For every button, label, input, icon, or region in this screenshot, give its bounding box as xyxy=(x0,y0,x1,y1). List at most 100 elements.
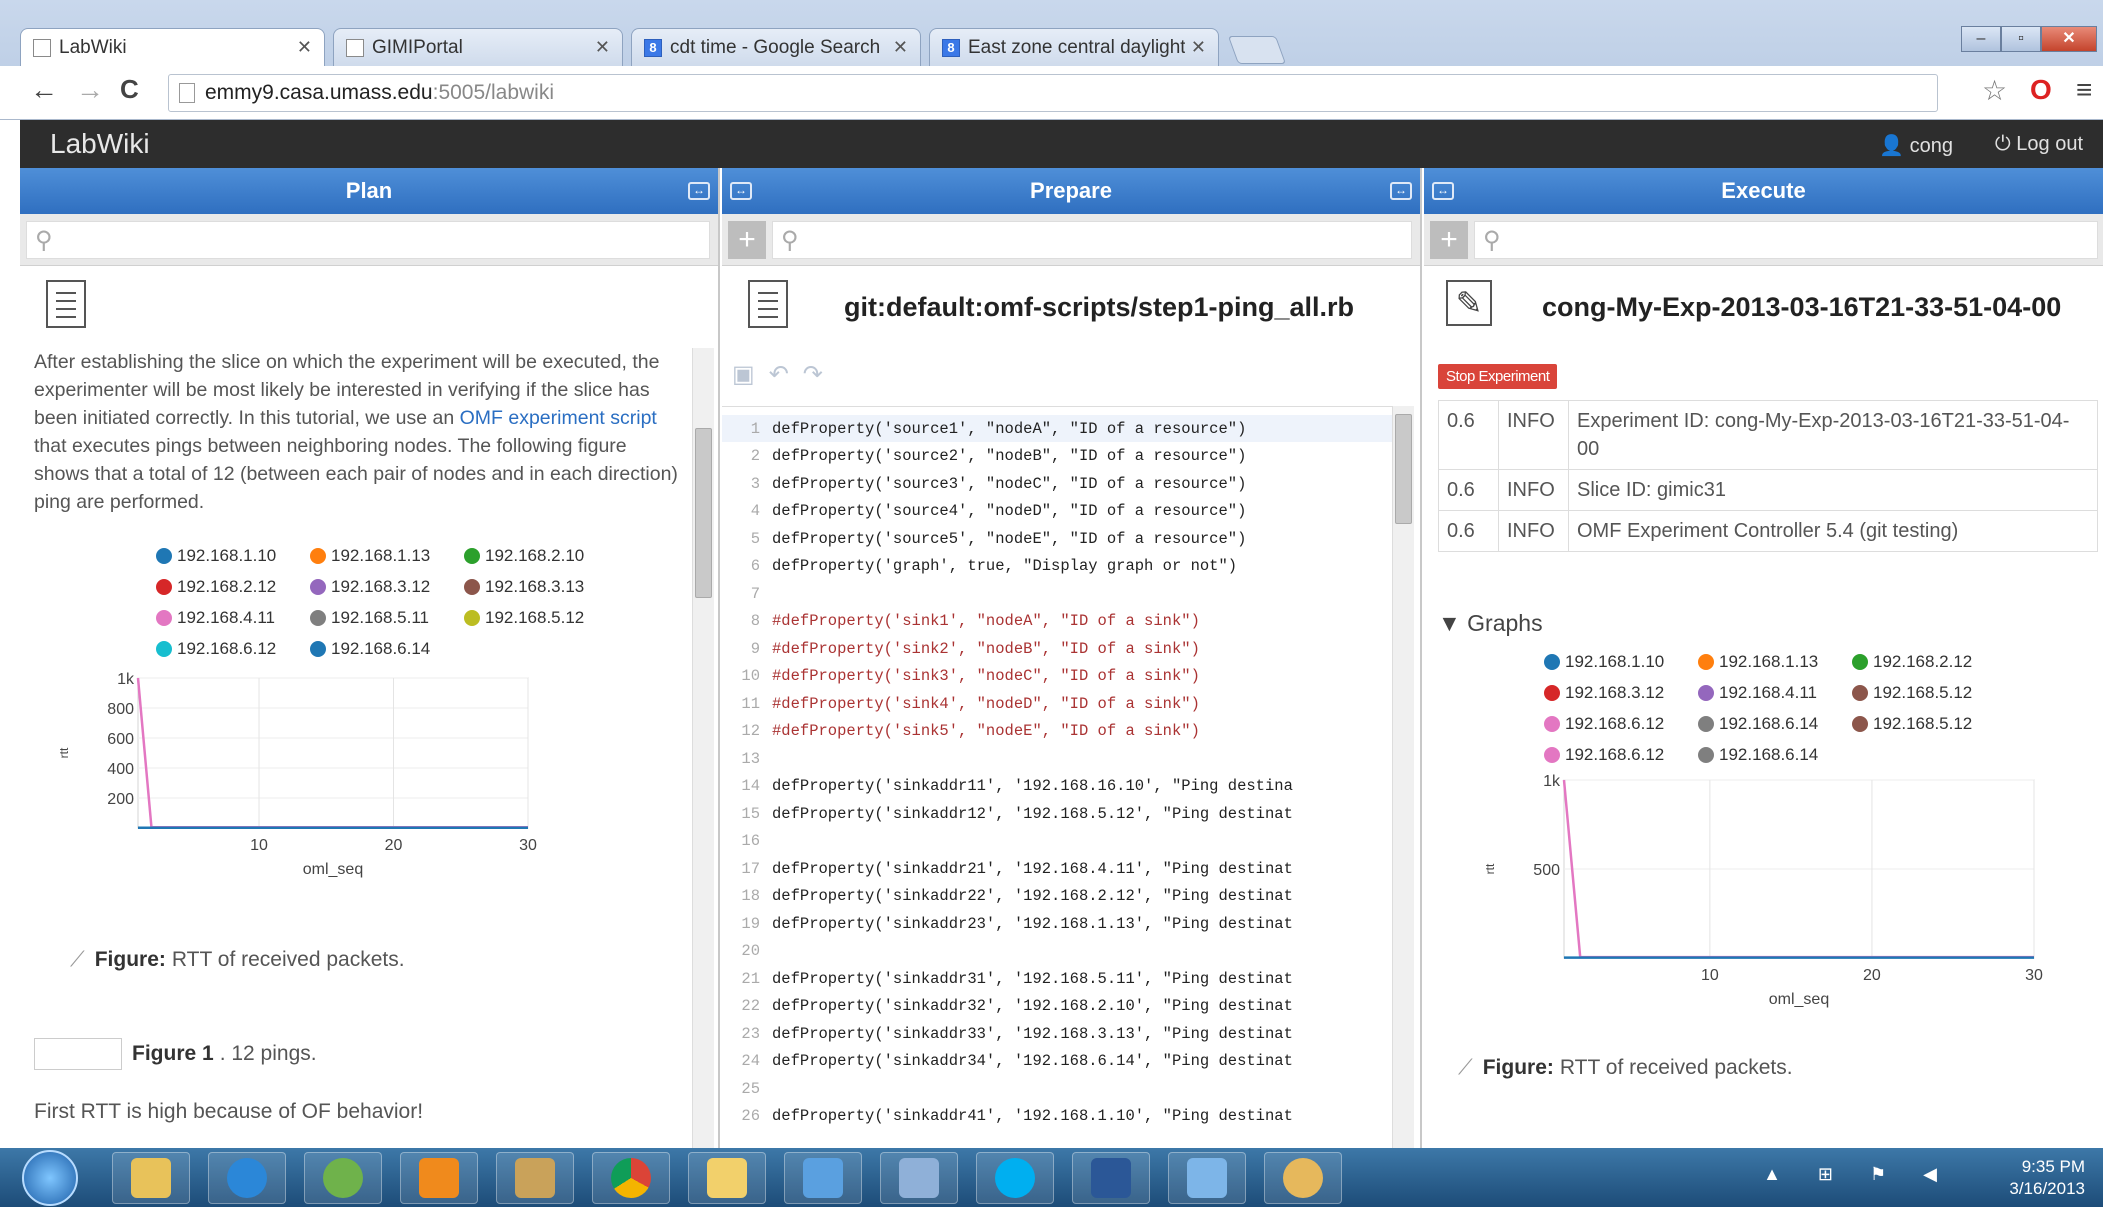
legend-item[interactable]: 192.168.1.10 xyxy=(1544,652,1664,672)
maximize-button[interactable]: ▫ xyxy=(2001,26,2041,52)
code-line[interactable]: 25 xyxy=(722,1075,1402,1102)
undo-icon[interactable]: ↶ xyxy=(769,361,803,388)
star-icon[interactable]: ☆ xyxy=(1982,74,2007,107)
plan-search-input[interactable]: ⚲ xyxy=(26,221,710,259)
code-line[interactable]: 15 defProperty('sinkaddr12', '192.168.5.1… xyxy=(722,800,1402,827)
internet-explorer-icon[interactable] xyxy=(208,1152,286,1204)
legend-item[interactable]: 192.168.4.11 xyxy=(1698,683,1817,703)
legend-item[interactable]: 192.168.1.13 xyxy=(310,546,430,566)
system-tray[interactable]: ▲ ⊞ ⚑ ◀ xyxy=(1763,1164,1953,1185)
clock[interactable]: 9:35 PM 3/16/2013 xyxy=(2009,1156,2085,1200)
code-line[interactable]: 22 defProperty('sinkaddr32', '192.168.2.1… xyxy=(722,993,1402,1020)
code-line[interactable]: 12 #defProperty('sink5', "nodeE", "ID of … xyxy=(722,718,1402,745)
word-icon[interactable] xyxy=(1072,1152,1150,1204)
code-line[interactable]: 21 defProperty('sinkaddr31', '192.168.5.1… xyxy=(722,965,1402,992)
code-line[interactable]: 11 #defProperty('sink4', "nodeD", "ID of … xyxy=(722,690,1402,717)
reload-icon[interactable]: C xyxy=(120,74,139,105)
execute-search-input[interactable]: ⚲ xyxy=(1474,221,2098,259)
menu-icon[interactable]: ≡ xyxy=(2076,74,2092,106)
code-line[interactable]: 17 defProperty('sinkaddr21', '192.168.4.1… xyxy=(722,855,1402,882)
code-line[interactable]: 24 defProperty('sinkaddr34', '192.168.6.1… xyxy=(722,1048,1402,1075)
user-link[interactable]: 👤 cong xyxy=(1879,133,1953,158)
code-line[interactable]: 7 xyxy=(722,580,1402,607)
code-line[interactable]: 19 defProperty('sinkaddr23', '192.168.1.1… xyxy=(722,910,1402,937)
code-line[interactable]: 13 xyxy=(722,745,1402,772)
legend-item[interactable]: 192.168.6.12 xyxy=(1544,714,1664,734)
omf-script-link[interactable]: OMF experiment script xyxy=(460,407,657,429)
back-icon[interactable]: ← xyxy=(30,74,58,106)
editor-scrollbar[interactable] xyxy=(1392,406,1414,1148)
legend-item[interactable]: 192.168.5.12 xyxy=(1852,714,1972,734)
code-line[interactable]: 18 defProperty('sinkaddr22', '192.168.2.1… xyxy=(722,883,1402,910)
legend-item[interactable]: 192.168.1.10 xyxy=(156,546,276,566)
redo-icon[interactable]: ↷ xyxy=(803,361,837,388)
remote-desktop-icon[interactable] xyxy=(1168,1152,1246,1204)
expand-left-icon[interactable]: ↔ xyxy=(1432,182,1454,200)
close-window-button[interactable]: ✕ xyxy=(2041,26,2097,52)
minimize-button[interactable]: – xyxy=(1961,26,2001,52)
forward-icon[interactable]: → xyxy=(76,74,104,106)
new-tab-button[interactable] xyxy=(1227,36,1287,64)
close-tab-icon[interactable]: ✕ xyxy=(1191,37,1206,58)
paint-icon[interactable] xyxy=(1264,1152,1342,1204)
code-line[interactable]: 3 defProperty('source3', "nodeC", "ID of … xyxy=(722,470,1402,497)
folder-icon[interactable] xyxy=(688,1152,766,1204)
legend-item[interactable]: 192.168.5.12 xyxy=(1852,683,1972,703)
legend-item[interactable]: 192.168.4.11 xyxy=(156,608,275,628)
code-line[interactable]: 26 defProperty('sinkaddr41', '192.168.1.1… xyxy=(722,1103,1402,1130)
save-icon[interactable]: ▣ xyxy=(732,361,769,388)
legend-item[interactable]: 192.168.5.12 xyxy=(464,608,584,628)
collapse-icon[interactable]: ↔ xyxy=(1390,182,1412,200)
network-icon[interactable] xyxy=(784,1152,862,1204)
legend-item[interactable]: 192.168.6.14 xyxy=(1698,714,1818,734)
tab-gimiportal[interactable]: GIMIPortal ✕ xyxy=(333,28,623,66)
virtualbox-icon[interactable] xyxy=(880,1152,958,1204)
code-line[interactable]: 14 defProperty('sinkaddr11', '192.168.16.… xyxy=(722,773,1402,800)
media-player-icon[interactable] xyxy=(400,1152,478,1204)
code-line[interactable]: 2 defProperty('source2', "nodeB", "ID of … xyxy=(722,443,1402,470)
tab-labwiki[interactable]: LabWiki ✕ xyxy=(20,28,325,66)
code-line[interactable]: 4 defProperty('source4', "nodeD", "ID of … xyxy=(722,498,1402,525)
start-button[interactable] xyxy=(22,1150,78,1206)
code-line[interactable]: 6 defProperty('graph', true, "Display gra… xyxy=(722,553,1402,580)
explorer-icon[interactable] xyxy=(112,1152,190,1204)
legend-item[interactable]: 192.168.6.14 xyxy=(310,639,430,659)
archive-icon[interactable] xyxy=(496,1152,574,1204)
close-tab-icon[interactable]: ✕ xyxy=(595,37,610,58)
address-bar[interactable]: emmy9.casa.umass.edu:5005/labwiki xyxy=(168,74,1938,112)
code-line[interactable]: 16 xyxy=(722,828,1402,855)
code-line[interactable]: 1 defProperty('source1', "nodeA", "ID of … xyxy=(722,415,1402,442)
prepare-search-input[interactable]: ⚲ xyxy=(772,221,1412,259)
scroll-thumb[interactable] xyxy=(1395,414,1412,524)
close-tab-icon[interactable]: ✕ xyxy=(297,37,312,58)
legend-item[interactable]: 192.168.6.12 xyxy=(156,639,276,659)
chrome-icon[interactable] xyxy=(592,1152,670,1204)
code-editor[interactable]: 1 defProperty('source1', "nodeA", "ID of … xyxy=(722,406,1402,1148)
expand-left-icon[interactable]: ↔ xyxy=(730,182,752,200)
legend-item[interactable]: 192.168.2.12 xyxy=(156,577,276,597)
code-line[interactable]: 5 defProperty('source5', "nodeE", "ID of … xyxy=(722,525,1402,552)
code-line[interactable]: 23 defProperty('sinkaddr33', '192.168.3.1… xyxy=(722,1020,1402,1047)
code-line[interactable]: 20 xyxy=(722,938,1402,965)
legend-item[interactable]: 192.168.3.12 xyxy=(1544,683,1664,703)
messenger-icon[interactable] xyxy=(304,1152,382,1204)
opera-icon[interactable]: O xyxy=(2030,74,2052,106)
legend-item[interactable]: 192.168.6.12 xyxy=(1544,745,1664,765)
code-line[interactable]: 10 #defProperty('sink3', "nodeC", "ID of … xyxy=(722,663,1402,690)
graphs-toggle[interactable]: ▼ Graphs xyxy=(1438,610,1543,637)
legend-item[interactable]: 192.168.3.13 xyxy=(464,577,584,597)
plan-scrollbar[interactable] xyxy=(692,348,714,1148)
tab-google-search[interactable]: 8 cdt time - Google Search ✕ xyxy=(631,28,921,66)
legend-item[interactable]: 192.168.5.11 xyxy=(310,608,429,628)
legend-item[interactable]: 192.168.2.12 xyxy=(1852,652,1972,672)
close-tab-icon[interactable]: ✕ xyxy=(893,37,908,58)
collapse-icon[interactable]: ↔ xyxy=(688,182,710,200)
logout-link[interactable]: ⏻ Log out xyxy=(1995,133,2083,156)
code-line[interactable]: 8 #defProperty('sink1', "nodeA", "ID of a… xyxy=(722,608,1402,635)
scroll-thumb[interactable] xyxy=(695,428,712,598)
legend-item[interactable]: 192.168.3.12 xyxy=(310,577,430,597)
add-icon[interactable]: + xyxy=(728,221,766,259)
legend-item[interactable]: 192.168.6.14 xyxy=(1698,745,1818,765)
stop-experiment-button[interactable]: Stop Experiment xyxy=(1438,364,1558,389)
code-line[interactable]: 9 #defProperty('sink2', "nodeB", "ID of a… xyxy=(722,635,1402,662)
